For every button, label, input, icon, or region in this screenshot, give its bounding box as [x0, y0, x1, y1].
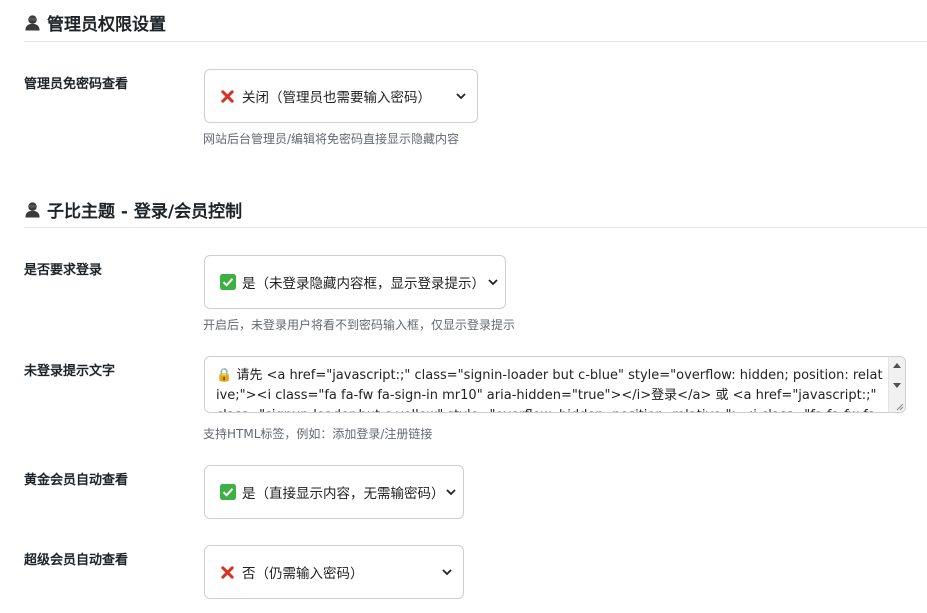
section-title-login-control: 子比主题 - 登录/会员控制: [24, 197, 242, 222]
green-check-icon: [219, 274, 236, 291]
field-label-require-login: 是否要求登录: [24, 263, 103, 278]
gold-member-select[interactable]: 是（直接显示内容，无需输密码）: [204, 465, 464, 519]
login-prompt-textarea[interactable]: 🔒 请先 <a href="javascript:;" class="signi…: [204, 356, 906, 413]
login-prompt-textarea-content: 🔒 请先 <a href="javascript:;" class="signi…: [216, 368, 883, 412]
field-label-admin-bypass: 管理员免密码查看: [24, 77, 129, 92]
field-label-super-member: 超级会员自动查看: [24, 553, 129, 568]
section-title-admin: 管理员权限设置: [24, 10, 166, 35]
admin-bypass-help: 网站后台管理员/编辑将免密码直接显示隐藏内容: [203, 132, 460, 146]
chevron-down-icon: [488, 279, 498, 286]
user-silhouette-icon: [25, 15, 40, 31]
require-login-help: 开启后，未登录用户将看不到密码输入框，仅显示登录提示: [203, 318, 516, 332]
red-x-icon: [219, 564, 236, 581]
green-check-icon: [219, 484, 236, 501]
admin-bypass-select[interactable]: 关闭（管理员也需要输入密码）: [204, 69, 478, 123]
chevron-down-icon: [442, 569, 452, 576]
section-title-text: 子比主题 - 登录/会员控制: [47, 202, 243, 222]
gold-member-selected-value: 是（直接显示内容，无需输密码）: [242, 486, 445, 502]
admin-bypass-selected-value: 关闭（管理员也需要输入密码）: [242, 90, 431, 106]
field-label-gold-member: 黄金会员自动查看: [24, 473, 129, 488]
user-silhouette-icon: [25, 202, 40, 218]
require-login-select[interactable]: 是（未登录隐藏内容框，显示登录提示）: [204, 255, 506, 309]
super-member-selected-value: 否（仍需输入密码）: [242, 566, 364, 582]
resize-grip-icon[interactable]: [894, 401, 904, 411]
chevron-down-icon: [456, 93, 466, 100]
section-divider: [24, 227, 927, 228]
section-divider: [24, 41, 927, 42]
scroll-up-arrow-icon[interactable]: [893, 363, 901, 368]
section-title-text: 管理员权限设置: [47, 15, 166, 35]
red-x-icon: [219, 88, 236, 105]
require-login-selected-value: 是（未登录隐藏内容框，显示登录提示）: [242, 276, 485, 292]
scroll-down-arrow-icon[interactable]: [893, 383, 901, 388]
chevron-down-icon: [446, 489, 456, 496]
login-prompt-help: 支持HTML标签，例如：添加登录/注册链接: [203, 427, 433, 441]
settings-page: 管理员权限设置 管理员免密码查看 关闭（管理员也需要输入密码） 网站后台管理员/…: [0, 0, 927, 613]
super-member-select[interactable]: 否（仍需输入密码）: [204, 545, 464, 599]
field-label-login-prompt: 未登录提示文字: [24, 364, 116, 379]
